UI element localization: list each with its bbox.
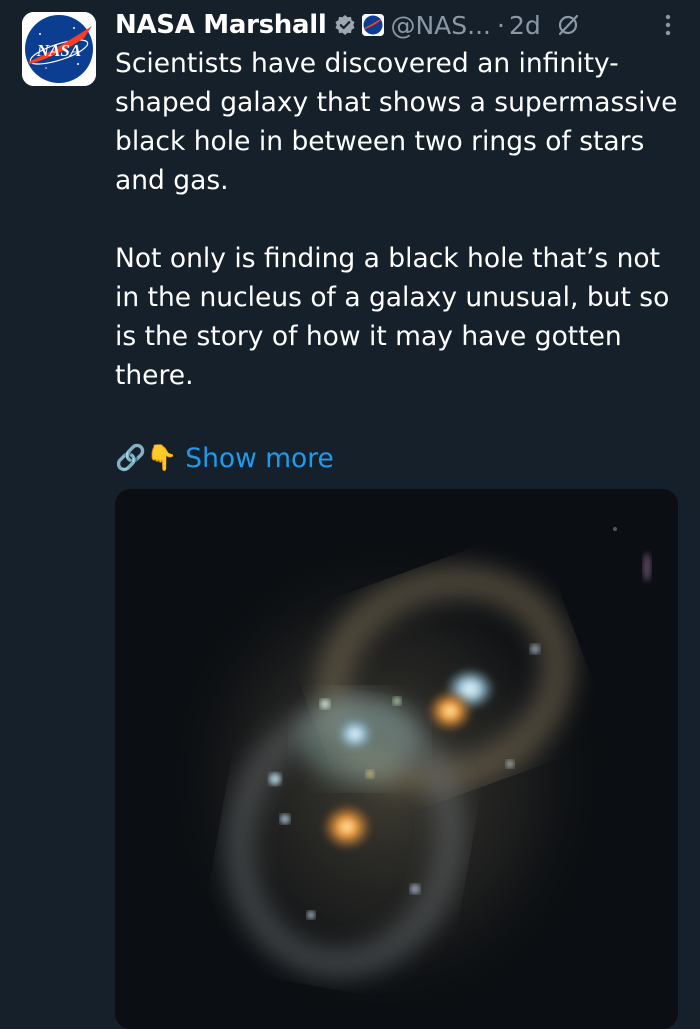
tweet-text: Scientists have discovered an infinity-s… <box>115 44 685 395</box>
tweet-paragraph-1: Scientists have discovered an infinity-s… <box>115 48 678 196</box>
grok-icon[interactable] <box>555 12 581 38</box>
tweet[interactable]: NASA NASA Marshall @NAS... · 2d Scientis… <box>0 0 700 1029</box>
nasa-affiliate-icon[interactable] <box>362 14 385 36</box>
galaxy-image[interactable] <box>115 489 678 1029</box>
handle[interactable]: @NAS... <box>390 11 491 40</box>
show-more-link[interactable]: Show more <box>185 443 334 474</box>
show-more-row: 🔗👇 Show more <box>115 438 334 478</box>
tweet-paragraph-2: Not only is finding a black hole that’s … <box>115 243 670 391</box>
link-pointing-emoji: 🔗👇 <box>115 443 178 472</box>
display-name[interactable]: NASA Marshall <box>115 10 327 40</box>
timestamp[interactable]: 2d <box>509 11 541 40</box>
verified-badge-icon[interactable] <box>334 14 356 36</box>
tweet-header: NASA Marshall @NAS... · 2d <box>115 8 680 42</box>
nasa-logo-icon: NASA <box>22 12 96 86</box>
avatar-label: NASA <box>36 41 81 60</box>
more-vertical-icon[interactable] <box>656 10 680 40</box>
separator-dot: · <box>497 10 505 40</box>
galaxy-photo <box>115 489 678 1029</box>
avatar[interactable]: NASA <box>22 12 96 86</box>
